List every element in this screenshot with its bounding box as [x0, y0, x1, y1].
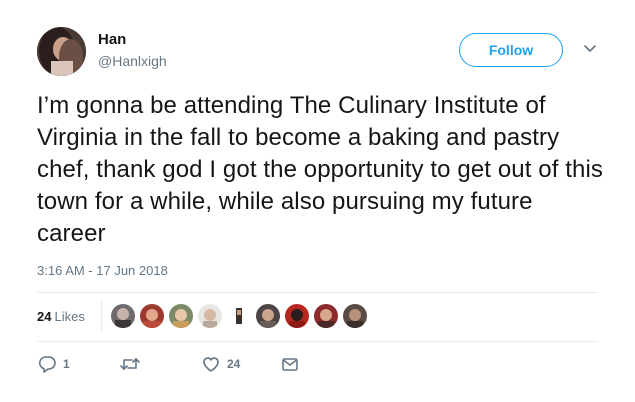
direct-message-button[interactable] — [281, 354, 299, 374]
likes-count: 24 — [37, 309, 52, 324]
tweet-text: I’m gonna be attending The Culinary Inst… — [37, 92, 603, 247]
avatar[interactable] — [37, 27, 86, 76]
liker-avatar[interactable] — [198, 304, 222, 328]
heart-icon — [203, 357, 219, 372]
likes-label: Likes — [54, 309, 85, 324]
tweet-card: Han @Hanlxigh Follow I’m gonna be attend… — [0, 0, 635, 402]
liker-avatar[interactable] — [314, 304, 338, 328]
likes-stat[interactable]: 24 Likes — [37, 309, 85, 324]
envelope-icon — [282, 358, 298, 371]
divider — [37, 292, 598, 293]
chevron-down-icon[interactable] — [583, 44, 597, 54]
reply-icon — [38, 356, 56, 373]
like-count: 24 — [227, 357, 241, 371]
liker-avatar[interactable] — [111, 304, 135, 328]
tweet-timestamp[interactable]: 3:16 AM - 17 Jun 2018 — [37, 263, 168, 278]
divider — [37, 341, 598, 342]
retweet-button[interactable] — [119, 354, 147, 374]
follow-button[interactable]: Follow — [459, 33, 563, 67]
retweet-icon — [120, 358, 140, 370]
reply-count: 1 — [63, 357, 70, 371]
stat-separator — [101, 300, 102, 332]
like-button[interactable]: 24 — [201, 354, 240, 374]
liker-avatar[interactable] — [256, 304, 280, 328]
liker-avatar[interactable] — [227, 304, 251, 328]
liker-avatar[interactable] — [343, 304, 367, 328]
reply-button[interactable]: 1 — [37, 354, 70, 374]
user-handle[interactable]: @Hanlxigh — [98, 53, 167, 69]
display-name[interactable]: Han — [98, 31, 126, 48]
liker-avatar[interactable] — [169, 304, 193, 328]
liker-avatar[interactable] — [140, 304, 164, 328]
liker-avatar[interactable] — [285, 304, 309, 328]
